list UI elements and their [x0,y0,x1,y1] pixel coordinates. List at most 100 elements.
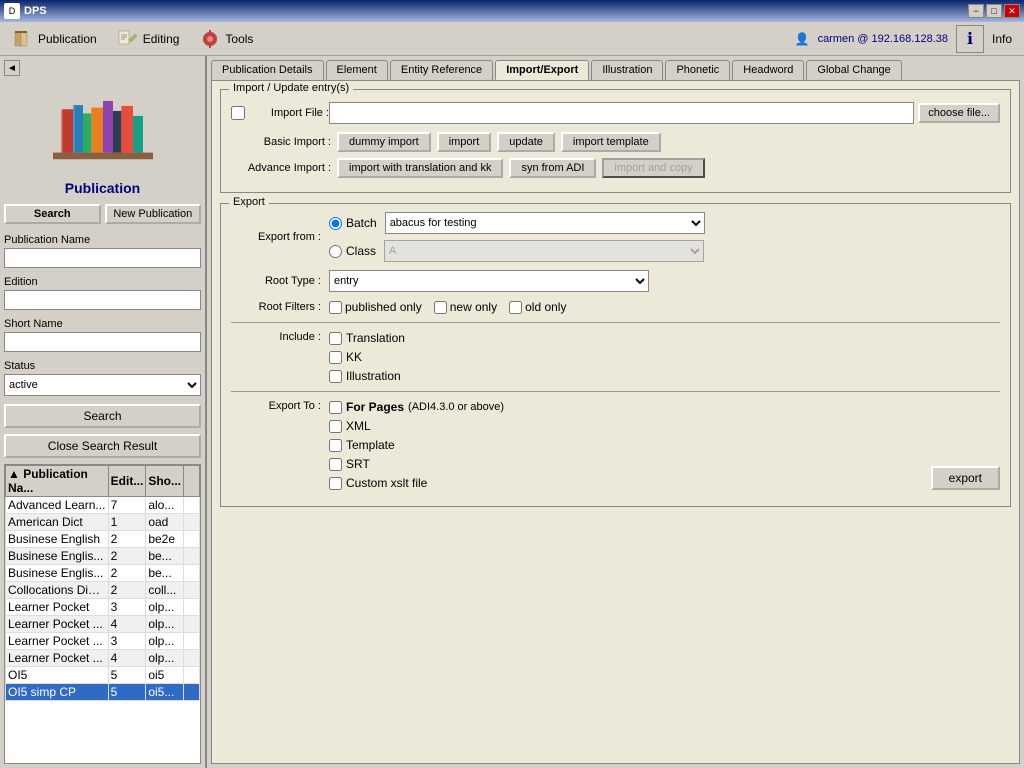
tab-element[interactable]: Element [326,60,388,80]
class-radio-item: Class [329,244,376,258]
xml-checkbox[interactable] [329,420,342,433]
class-radio[interactable] [329,245,342,258]
batch-select[interactable]: abacus for testing [385,212,705,234]
col-name-header[interactable]: ▲ Publication Na... [6,466,109,497]
published-only-checkbox[interactable] [329,301,342,314]
main-layout: ◄ Publication Search [0,56,1024,768]
kk-include: KK [329,350,405,364]
srt-checkbox[interactable] [329,458,342,471]
new-publication-button[interactable]: New Publication [105,204,202,224]
import-with-translation-button[interactable]: import with translation and kk [337,158,503,178]
menu-bar: Publication Editing Tools 👤 carmen @ [0,22,1024,56]
separator-1 [231,322,1000,323]
syn-from-adi-button[interactable]: syn from ADI [509,158,596,178]
dummy-import-button[interactable]: dummy import [337,132,431,152]
info-button[interactable]: ℹ [956,25,984,53]
tabs-bar: Publication Details Element Entity Refer… [207,56,1024,80]
for-pages-checkbox[interactable] [329,401,342,414]
table-cell-flag [184,497,200,514]
maximize-button[interactable]: □ [986,4,1002,18]
table-row[interactable]: Learner Pocket ... 4 olp... [6,650,200,667]
table-row[interactable]: Learner Pocket ... 3 olp... [6,633,200,650]
tab-content-import-export: Import / Update entry(s) Import File : c… [211,80,1020,764]
publication-name-input[interactable] [4,248,201,268]
table-row[interactable]: Learner Pocket ... 4 olp... [6,616,200,633]
table-cell-flag [184,616,200,633]
illustration-checkbox[interactable] [329,370,342,383]
table-row[interactable]: Collocations Dict... 2 coll... [6,582,200,599]
import-section: Import / Update entry(s) Import File : c… [220,89,1011,193]
table-cell-flag [184,599,200,616]
old-only-checkbox[interactable] [509,301,522,314]
srt-export: SRT [329,457,923,471]
col-flag-header[interactable] [184,466,200,497]
status-label: Status [4,360,201,372]
close-search-result-button[interactable]: Close Search Result [4,434,201,458]
import-and-copy-button[interactable]: import and copy [602,158,704,178]
table-cell-edition: 4 [108,616,146,633]
table-row[interactable]: OI5 simp CP 5 oi5... [6,684,200,701]
collapse-button[interactable]: ◄ [4,60,20,76]
import-file-input[interactable] [329,102,914,124]
import-button[interactable]: import [437,132,492,152]
table-cell-edition: 5 [108,667,146,684]
search-tab-button[interactable]: Search [4,204,101,224]
import-template-button[interactable]: import template [561,132,661,152]
published-only-filter: published only [329,300,422,314]
for-pages-export: For Pages (ADI4.3.0 or above) [329,400,923,414]
menu-editing[interactable]: Editing [109,26,188,52]
col-short-header[interactable]: Sho... [146,466,184,497]
menu-tools[interactable]: Tools [191,26,261,52]
export-button[interactable]: export [931,466,1000,490]
tab-global-change[interactable]: Global Change [806,60,901,80]
menu-editing-label: Editing [143,32,180,46]
new-only-checkbox[interactable] [434,301,447,314]
table-cell-edition: 7 [108,497,146,514]
tab-entity-reference[interactable]: Entity Reference [390,60,493,80]
batch-radio[interactable] [329,217,342,230]
update-button[interactable]: update [497,132,555,152]
choose-file-button[interactable]: choose file... [918,103,1000,123]
table-row[interactable]: Businese Englis... 2 be... [6,565,200,582]
user-area: 👤 carmen @ 192.168.128.38 ℹ Info [795,25,1020,53]
table-cell-short: oad [146,514,184,531]
basic-import-row: Basic Import : dummy import import updat… [231,132,1000,152]
table-cell-short: olp... [146,650,184,667]
translation-checkbox[interactable] [329,332,342,345]
table-cell-flag [184,633,200,650]
status-select[interactable]: active inactive [4,374,201,396]
table-cell-edition: 2 [108,582,146,599]
import-checkbox[interactable] [231,106,245,120]
table-row[interactable]: Advanced Learn... 7 alo... [6,497,200,514]
tab-headword[interactable]: Headword [732,60,804,80]
short-name-group: Short Name [4,318,201,352]
col-edition-header[interactable]: Edit... [108,466,146,497]
table-cell-name: OI5 simp CP [6,684,109,701]
user-info: carmen @ 192.168.128.38 [818,33,948,45]
edition-input[interactable] [4,290,201,310]
root-type-select[interactable]: entry [329,270,649,292]
table-row[interactable]: Businese Englis... 2 be... [6,548,200,565]
class-select[interactable]: A [384,240,704,262]
translation-include: Translation [329,331,405,345]
tab-phonetic[interactable]: Phonetic [665,60,730,80]
tab-illustration[interactable]: Illustration [591,60,663,80]
table-cell-flag [184,650,200,667]
table-row[interactable]: Businese English 2 be2e [6,531,200,548]
kk-checkbox[interactable] [329,351,342,364]
tab-import-export[interactable]: Import/Export [495,60,589,80]
menu-publication[interactable]: Publication [4,26,105,52]
search-button[interactable]: Search [4,404,201,428]
table-cell-name: Learner Pocket [6,599,109,616]
minimize-button[interactable]: − [968,4,984,18]
table-cell-name: Collocations Dict... [6,582,109,599]
short-name-input[interactable] [4,332,201,352]
close-button[interactable]: ✕ [1004,4,1020,18]
template-checkbox[interactable] [329,439,342,452]
table-row[interactable]: OI5 5 oi5 [6,667,200,684]
table-row[interactable]: Learner Pocket 3 olp... [6,599,200,616]
table-cell-edition: 2 [108,548,146,565]
tab-publication-details[interactable]: Publication Details [211,60,324,80]
table-row[interactable]: American Dict 1 oad [6,514,200,531]
custom-xslt-checkbox[interactable] [329,477,342,490]
